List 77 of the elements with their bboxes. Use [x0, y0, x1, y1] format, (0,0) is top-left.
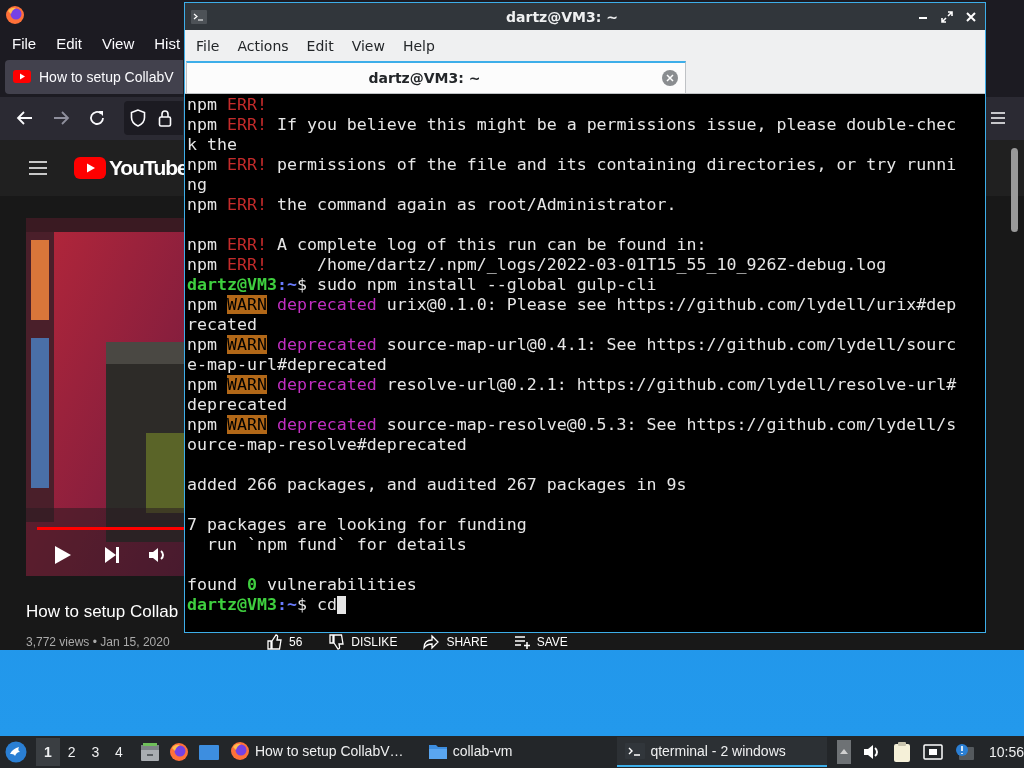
network-icon[interactable] — [922, 743, 943, 761]
terminal-line: npm ERR! the command again as root/Administrator. — [187, 195, 677, 215]
firefox-icon — [229, 741, 250, 761]
menu-icon[interactable] — [28, 160, 48, 176]
terminal-line: npm ERR! /home/dartz/.npm/_logs/2022-03-01T15_55_10_926Z-debug.log — [187, 255, 887, 275]
terminal-line: dartz@VM3:~$ cd — [187, 595, 337, 615]
lock-icon — [158, 109, 172, 128]
terminal-line: npm WARN deprecated urix@0.1.0: Please see https://github.com/lydell/urix#dep — [187, 295, 957, 315]
reload-icon[interactable] — [88, 109, 106, 128]
workspace-button[interactable]: 4 — [107, 738, 131, 766]
terminal-line: 7 packages are looking for funding — [187, 514, 527, 535]
terminal-line: found 0 vulnerabilities — [187, 574, 417, 595]
terminal-icon — [191, 9, 207, 24]
window-title: dartz@VM3: ~ — [505, 8, 619, 25]
play-icon[interactable] — [54, 545, 72, 565]
like-button[interactable]: 56 — [266, 634, 303, 650]
workspace-button[interactable]: 1 — [36, 738, 60, 766]
taskbar-button[interactable]: How to setup CollabV… — [221, 737, 418, 767]
save-button[interactable]: SAVE — [513, 634, 568, 650]
scrollbar[interactable] — [1011, 148, 1018, 232]
playlist-add-icon — [513, 634, 531, 650]
notification-icon[interactable] — [954, 743, 975, 761]
share-button[interactable]: SHARE — [423, 634, 488, 650]
play-logo-icon — [13, 70, 31, 84]
menu-item[interactable]: Hist — [154, 32, 181, 54]
firefox-icon — [5, 4, 25, 25]
dislike-button[interactable]: DISLIKE — [328, 634, 398, 650]
menu-item[interactable]: Edit — [298, 35, 342, 56]
terminal-line: e-map-url#deprecated — [187, 355, 387, 375]
terminal-line: npm WARN deprecated resolve-url@0.2.1: https://github.com/lydell/resolve-url# — [187, 375, 957, 395]
menu-item[interactable]: Help — [394, 35, 443, 56]
terminal-line: npm ERR! If you believe this might be a permissions issue, please double-chec — [187, 115, 957, 135]
maximize-icon[interactable] — [941, 10, 953, 23]
thumbs-down-icon — [328, 634, 346, 650]
terminal-line: deprecated — [187, 395, 287, 415]
shield-icon — [130, 109, 146, 128]
video-stats: 3,772 views • Jan 15, 2020 — [26, 635, 171, 649]
taskbar-button[interactable]: qterminal - 2 windows — [617, 737, 827, 767]
share-icon — [423, 634, 441, 650]
menu-item[interactable]: File — [12, 32, 37, 54]
terminal-line: run `npm fund` for details — [205, 535, 467, 555]
terminal-line: recated — [187, 315, 257, 335]
address-bar[interactable] — [124, 101, 183, 136]
terminal-line: ng — [187, 175, 207, 195]
volume-icon[interactable] — [862, 743, 881, 761]
file-cabinet-icon[interactable] — [139, 742, 160, 762]
workspace-button[interactable]: 3 — [83, 738, 108, 766]
terminal-line: npm WARN deprecated source-map-url@0.4.1: See https://github.com/lydell/sourc — [187, 335, 957, 355]
clock[interactable]: 10:56 — [988, 744, 1024, 760]
terminal-line: added 266 packages, and audited 267 packages in 9s — [187, 474, 687, 495]
play-logo-icon[interactable] — [74, 157, 106, 179]
video-title: How to setup Collab — [26, 602, 179, 622]
terminal-line: dartz@VM3:~$ sudo npm install --global gulp-cli — [187, 275, 657, 295]
menu-item[interactable]: Actions — [229, 35, 297, 56]
terminal-tab[interactable]: dartz@VM3: ~ — [186, 61, 686, 93]
menu-icon[interactable] — [990, 111, 1006, 126]
terminal-line: npm WARN deprecated source-map-resolve@0.5.3: See https://github.com/lydell/s — [187, 415, 957, 435]
terminal-line: npm ERR! A complete log of this run can be found in: — [187, 234, 707, 255]
menu-item[interactable]: View — [343, 35, 393, 56]
terminal-line: ource-map-resolve#deprecated — [187, 435, 467, 455]
taskbar-button[interactable]: collab-vm — [419, 737, 616, 767]
terminal-line: k the — [187, 135, 237, 155]
menu-item[interactable]: File — [188, 35, 228, 56]
terminal-icon — [625, 741, 646, 761]
thumbs-up-icon — [266, 634, 283, 650]
window-icon[interactable] — [197, 743, 220, 761]
logo-text[interactable]: YouTube — [109, 156, 188, 180]
start-menu-icon[interactable] — [5, 741, 27, 763]
workspace-button[interactable]: 2 — [59, 738, 84, 766]
next-icon[interactable] — [104, 546, 120, 564]
firefox-icon[interactable] — [168, 742, 189, 762]
clipboard-icon[interactable] — [892, 741, 911, 763]
menu-item[interactable]: View — [102, 32, 135, 54]
browser-tab[interactable]: How to setup CollabV — [5, 59, 183, 94]
terminal-line: npm ERR! — [187, 95, 267, 115]
close-icon[interactable] — [965, 10, 977, 23]
menu-item[interactable]: Edit — [56, 32, 83, 54]
